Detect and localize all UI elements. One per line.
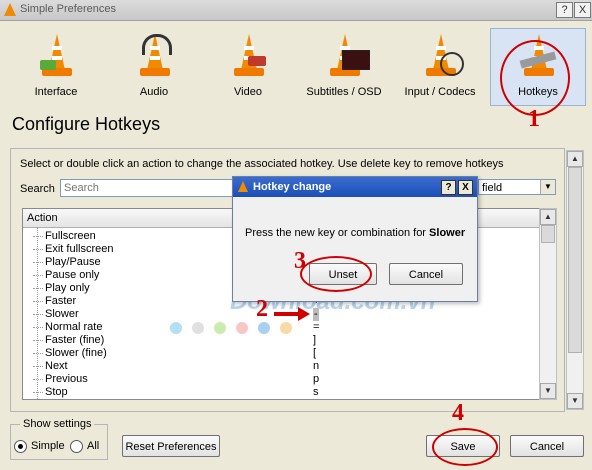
- watermark-dot: [258, 322, 270, 334]
- dialog-close-button[interactable]: X: [458, 180, 473, 195]
- row-key: n: [313, 360, 320, 372]
- table-row[interactable]: Next n: [23, 360, 539, 373]
- row-key: s: [313, 386, 319, 398]
- annotation-ellipse-hotkeys: [500, 40, 570, 116]
- row-action: Play/Pause: [45, 256, 101, 268]
- watermark-dot: [214, 322, 226, 334]
- dialog-titlebar[interactable]: Hotkey change ? X: [233, 177, 477, 197]
- help-button[interactable]: ?: [556, 2, 573, 18]
- row-action: Faster: [45, 295, 77, 307]
- row-action: Pause only: [45, 269, 100, 281]
- subtitles-icon: [330, 34, 370, 78]
- category-label: Interface: [34, 86, 78, 98]
- row-action: Slower: [45, 308, 79, 320]
- row-key: p: [313, 373, 320, 385]
- category-label: Input / Codecs: [404, 86, 476, 98]
- scroll-down-icon[interactable]: ▼: [540, 383, 556, 399]
- row-action: Slower (fine): [45, 347, 107, 359]
- scroll-up-icon[interactable]: ▲: [567, 151, 583, 167]
- close-button[interactable]: X: [574, 2, 591, 18]
- annotation-number-1: 1: [528, 106, 540, 132]
- watermark-dot: [170, 322, 182, 334]
- row-action: Stop: [45, 386, 68, 398]
- instructions-text: Select or double click an action to chan…: [20, 158, 504, 170]
- annotation-ellipse-save: [432, 428, 498, 466]
- cancel-button[interactable]: Cancel: [510, 435, 584, 457]
- category-input-codecs[interactable]: Input / Codecs: [396, 28, 484, 102]
- annotation-number-2: 2: [256, 296, 268, 322]
- vlc-cone-icon: [238, 181, 248, 192]
- annotation-ellipse-unset: [300, 256, 372, 292]
- table-row[interactable]: Faster (fine)]: [23, 334, 539, 347]
- radio-simple[interactable]: [14, 440, 27, 453]
- interface-icon: [40, 34, 72, 78]
- category-label: Audio: [139, 86, 169, 98]
- dialog-message-text: Press the new key or combination for: [245, 227, 426, 239]
- table-row[interactable]: Previous p: [23, 373, 539, 386]
- annotation-arrow-icon: [274, 307, 310, 321]
- category-audio[interactable]: Audio: [110, 28, 198, 102]
- window-titlebar[interactable]: Simple Preferences ? X: [0, 0, 592, 21]
- row-action: Fullscreen: [45, 230, 96, 242]
- dialog-message: Press the new key or combination for Slo…: [245, 227, 465, 239]
- show-settings-title: Show settings: [20, 418, 95, 430]
- row-action: Previous: [45, 373, 88, 385]
- category-video[interactable]: Video: [204, 28, 292, 102]
- row-key: [: [313, 347, 317, 359]
- page-title: Configure Hotkeys: [12, 114, 161, 134]
- watermark-dot: [280, 322, 292, 334]
- search-input[interactable]: [60, 179, 238, 197]
- watermark-dot: [236, 322, 248, 334]
- dialog-cancel-button[interactable]: Cancel: [389, 263, 463, 285]
- row-key: ]: [313, 334, 317, 346]
- video-icon: [234, 34, 266, 78]
- main-scrollbar[interactable]: ▲ ▼: [566, 150, 584, 410]
- row-action: Faster (fine): [45, 334, 105, 346]
- dialog-title: Hotkey change: [253, 181, 332, 193]
- column-header-action[interactable]: Action: [27, 212, 58, 224]
- codecs-icon: [426, 34, 464, 78]
- category-label: Video: [234, 86, 262, 98]
- search-field-select[interactable]: field ▼: [478, 179, 556, 195]
- window-title: Simple Preferences: [20, 3, 116, 15]
- reset-preferences-button[interactable]: Reset Preferences: [122, 435, 220, 457]
- table-row[interactable]: Stop s: [23, 386, 539, 399]
- field-select-value: field: [482, 182, 503, 194]
- category-label: Subtitles / OSD: [306, 86, 382, 98]
- radio-all-label[interactable]: All: [87, 440, 99, 452]
- table-scroll-thumb[interactable]: [541, 225, 555, 243]
- category-interface[interactable]: Interface: [12, 28, 100, 102]
- table-scrollbar[interactable]: ▲ ▼: [539, 208, 557, 400]
- radio-all[interactable]: [70, 440, 83, 453]
- row-action: Exit fullscreen: [45, 243, 114, 255]
- dialog-help-button[interactable]: ?: [441, 180, 456, 195]
- radio-simple-label[interactable]: Simple: [31, 440, 65, 452]
- row-action: Play only: [45, 282, 90, 294]
- category-subtitles-osd[interactable]: Subtitles / OSD: [300, 28, 388, 102]
- scroll-down-icon[interactable]: ▼: [567, 393, 583, 409]
- main-scroll-thumb[interactable]: [568, 167, 582, 353]
- annotation-number-4: 4: [452, 400, 464, 426]
- dialog-action-name: Slower: [429, 227, 466, 239]
- search-label: Search: [20, 183, 55, 195]
- scroll-up-icon[interactable]: ▲: [540, 209, 556, 225]
- audio-icon: [140, 34, 172, 78]
- vlc-cone-icon: [4, 3, 16, 16]
- row-action: Next: [45, 360, 68, 372]
- row-action: Normal rate: [45, 321, 103, 333]
- row-key: =: [313, 321, 320, 333]
- chevron-down-icon[interactable]: ▼: [540, 180, 555, 194]
- watermark-dot: [192, 322, 204, 334]
- table-row[interactable]: Slower (fine) [: [23, 347, 539, 360]
